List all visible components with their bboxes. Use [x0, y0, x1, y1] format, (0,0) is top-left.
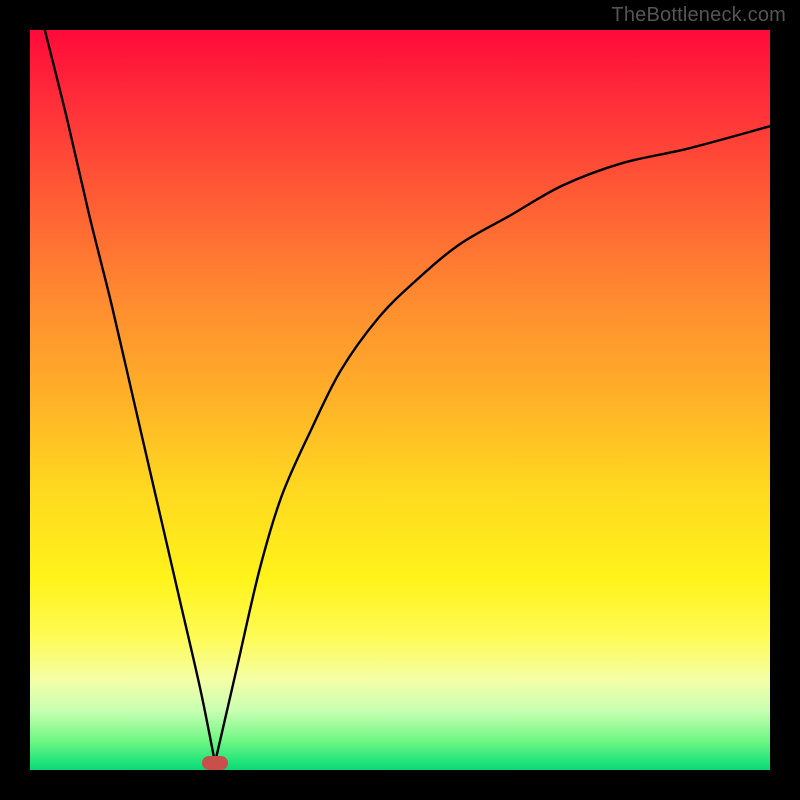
attribution-text: TheBottleneck.com: [611, 4, 786, 27]
curve-path: [45, 30, 770, 770]
chart-frame: TheBottleneck.com: [0, 0, 800, 800]
bottleneck-curve: [30, 30, 770, 770]
minimum-marker: [202, 756, 228, 770]
plot-area: [30, 30, 770, 770]
